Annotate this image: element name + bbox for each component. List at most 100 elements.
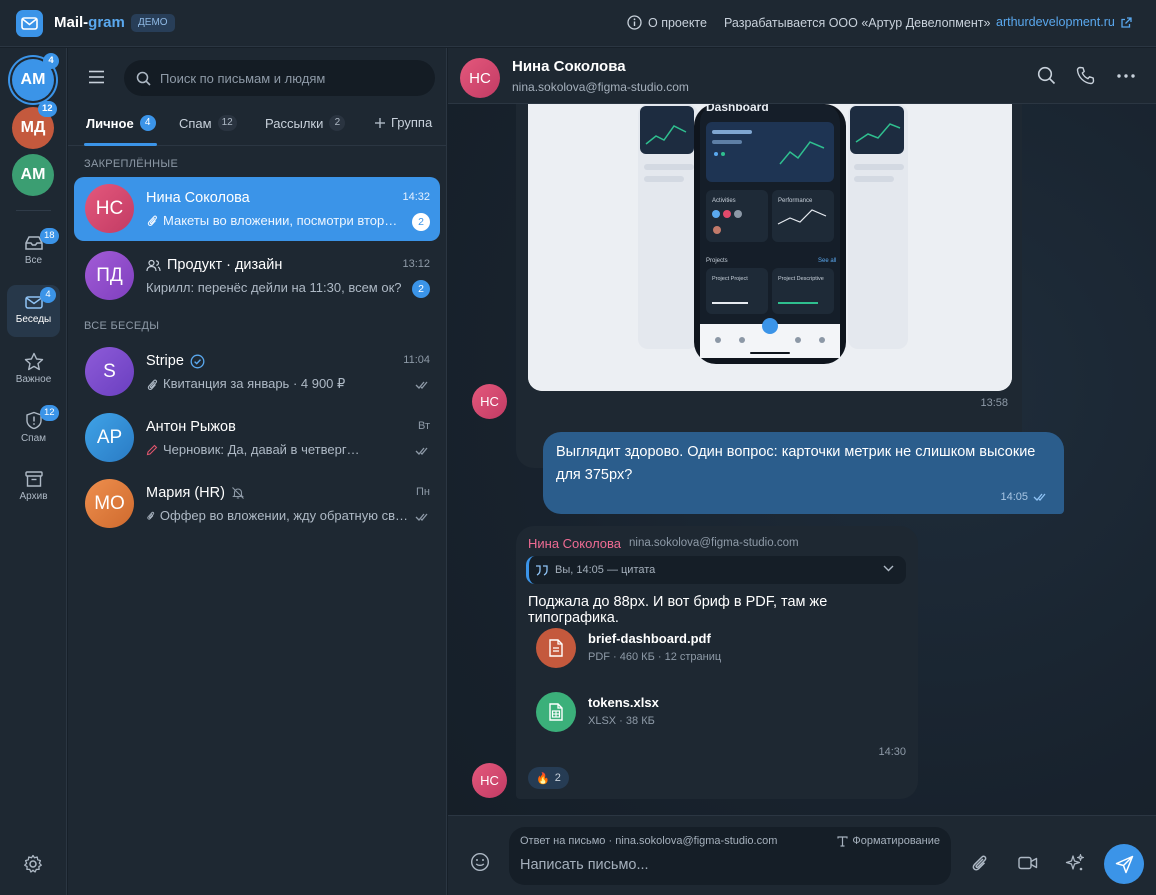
mail-logo-icon [16,10,43,37]
nav-spam[interactable]: Спам 12 [7,403,60,455]
nav-conversations-label: Беседы [15,314,52,325]
account-avatar-3[interactable]: АМ [12,154,54,196]
composer: Ответ на письмо · nina.sokolova@figma-st… [448,815,1156,895]
preview-card-activities: Activities [712,198,736,204]
chat-name: Stripe [146,353,205,369]
conversation-panel: Dashboard Activities Performance Project… [448,48,1156,895]
quote-text: Вы, 14:05 — цитата [555,564,656,576]
chat-time: Вт [417,420,430,432]
group-icon [146,259,161,271]
attached-image[interactable]: Dashboard Activities Performance Project… [528,104,1012,391]
about-link[interactable]: О проекте [627,15,707,30]
tab-add-group[interactable]: Группа [374,115,432,130]
send-icon [1115,855,1133,873]
double-check-icon [415,447,428,455]
nav-important[interactable]: Важное [7,344,60,396]
image-message: Dashboard Activities Performance Project… [516,104,1022,468]
search-input[interactable] [160,70,420,86]
account-avatar-2[interactable]: МД 12 [12,101,57,149]
menu-button[interactable] [88,70,105,84]
chevron-down-icon [883,565,894,572]
text-format-icon [837,835,848,847]
chat-preview: Черновик: Да, давай в четверг… [146,442,408,457]
developer-site-label: arthurdevelopment.ru [996,15,1115,29]
call-button[interactable] [1076,66,1095,85]
tab-personal-label: Личное [86,115,134,131]
preview-card-performance: Performance [778,198,813,204]
quoted-message[interactable]: Вы, 14:05 — цитата [526,556,906,584]
tab-add-group-label: Группа [391,115,433,130]
video-camera-icon [1018,856,1038,870]
nav-archive-label: Архив [19,491,48,502]
chat-item-stripe[interactable]: S Stripe 11:04 Квитанция за январь · 4 9… [74,340,440,404]
search-icon [1037,66,1056,85]
message-input[interactable] [520,857,940,873]
top-bar: Mail-gram ДЕМО О проекте Разрабатывается… [0,0,1156,47]
chat-item-anton[interactable]: АР Антон Рыжов Вт Черновик: Да, давай в … [74,406,440,470]
account-badge: 12 [38,101,57,117]
tab-personal-count: 4 [139,115,156,131]
demo-badge: ДЕМО [131,14,175,32]
account-avatar-1[interactable]: АМ 4 [12,53,59,101]
chat-time: 13:12 [402,258,430,270]
chat-name: Нина Соколова [146,190,250,206]
formatting-button[interactable]: Форматирование [837,835,940,847]
active-tab-indicator [84,143,157,146]
chat-item-maria[interactable]: МО Мария (HR) Пн Оффер во вложении, жду … [74,472,440,536]
tab-newsletters-count: 2 [329,115,346,131]
ai-assist-button[interactable] [1065,853,1085,873]
tab-personal[interactable]: Личное 4 [86,115,156,131]
emoji-button[interactable] [470,852,490,872]
preview-title: Dashboard [706,104,769,114]
send-button[interactable] [1104,844,1144,884]
contact-avatar[interactable]: НС [460,58,500,98]
conversation-header: НС Нина Соколова nina.sokolova@figma-stu… [448,48,1156,104]
tab-newsletters[interactable]: Рассылки 2 [265,115,346,131]
nav-spam-label: Спам [20,433,47,444]
search-box[interactable] [124,60,435,96]
verified-icon [190,354,205,368]
avatar: ПД [85,251,134,300]
file-meta: XLSX · 38 КБ [588,715,655,727]
chat-item-product-design[interactable]: ПД Продукт · дизайн 13:12 Кирилл: перенё… [74,244,440,308]
nav-archive[interactable]: Архив [7,462,60,514]
search-in-chat-button[interactable] [1037,66,1056,85]
sender-avatar: НС [472,763,507,798]
chat-list-panel: Личное 4 Спам 12 Рассылки 2 Группа ЗАКРЕ… [68,48,447,895]
archive-icon [24,471,43,487]
nav-all[interactable]: Все 18 [7,226,60,278]
contact-email: nina.sokolova@figma-studio.com [512,80,689,94]
file-attachment-pdf[interactable]: brief-dashboard.pdf PDF · 460 КБ · 12 ст… [536,626,836,670]
chat-time: 11:04 [403,354,430,366]
more-button[interactable] [1117,74,1135,78]
info-icon [627,15,642,30]
avatar: НС [85,184,134,233]
incoming-message: Нина Соколова nina.sokolova@figma-studio… [516,526,918,799]
preview-project-card-2: Project Descriptive [778,276,824,282]
double-check-icon [415,513,428,521]
all-section-label: ВСЕ БЕСЕДЫ [84,320,160,332]
attach-button[interactable] [970,853,988,873]
developer-site-link[interactable]: arthurdevelopment.ru [996,15,1133,29]
chat-item-nina[interactable]: НС Нина Соколова 14:32 Макеты во вложени… [74,177,440,241]
reaction-count: 2 [554,772,561,784]
chat-preview: Макеты во вложении, посмотри втор… [146,213,408,228]
settings-button[interactable] [23,854,43,874]
sender-email: nina.sokolova@figma-studio.com [629,537,799,549]
account-badge: 4 [43,53,59,69]
sender-avatar: НС [472,384,507,419]
tab-newsletters-label: Рассылки [265,115,324,131]
tab-spam[interactable]: Спам 12 [179,115,237,131]
developer-text: Разрабатывается ООО «Артур Девелопмент» [724,16,991,30]
chat-preview: Квитанция за январь · 4 900 ₽ [146,376,408,392]
reaction-chip[interactable]: 🔥 2 [528,767,569,789]
video-button[interactable] [1018,856,1038,870]
formatting-label: Форматирование [852,835,940,847]
rail-divider [16,210,51,211]
avatar: МО [85,479,134,528]
file-attachment-xlsx[interactable]: tokens.xlsx XLSX · 38 КБ [536,690,836,734]
nav-conversations[interactable]: Беседы 4 [7,285,60,337]
account-initials: МД [20,119,46,136]
paperclip-icon [147,511,155,520]
chat-name-text: Stripe [146,353,184,369]
